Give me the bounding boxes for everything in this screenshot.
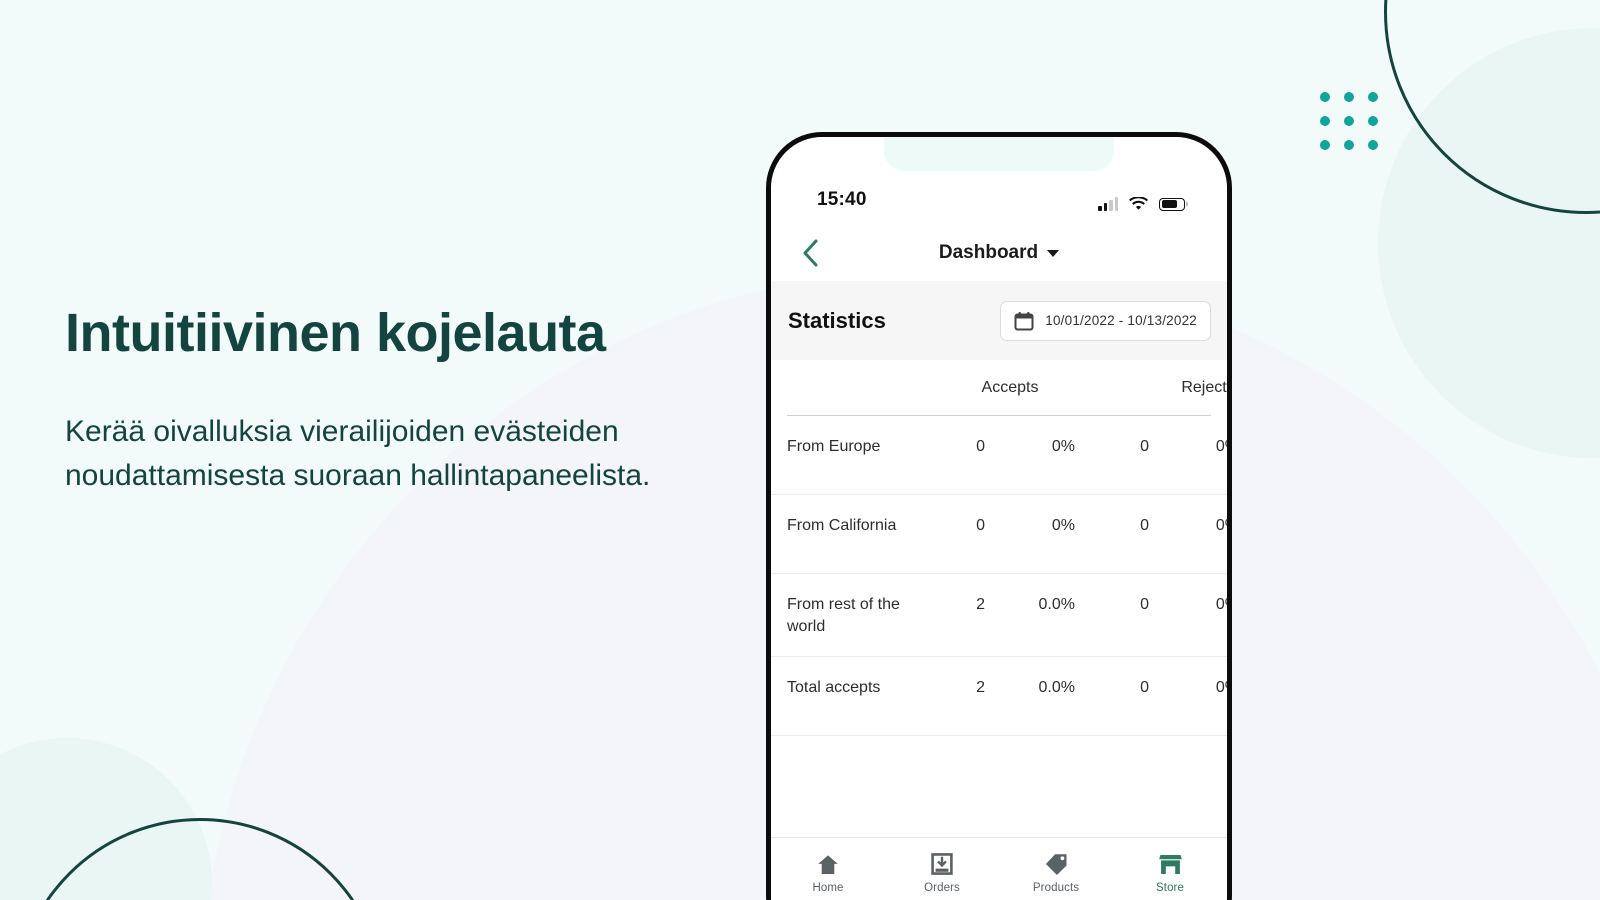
row-rejects-percent: 0% <box>1215 438 1227 455</box>
tab-orders[interactable]: Orders <box>885 853 999 894</box>
row-rejects-count: 0 <box>1140 679 1149 697</box>
row-label: Total accepts <box>787 679 881 697</box>
app-bar-title-group[interactable]: Dashboard <box>771 242 1227 264</box>
app-bar-title: Dashboard <box>938 242 1039 263</box>
tab-label: Products <box>1032 882 1080 894</box>
table-row[interactable]: Total accepts 2 0.0% 0 0% <box>771 657 1227 737</box>
row-label: From rest of the world <box>787 596 900 636</box>
phone-screen: 15:40 Dashboard Statistics 10/01/2022 - … <box>771 137 1227 900</box>
column-header-accepts: Accepts <box>981 378 1039 396</box>
table-body: From Europe 0 0% 0 0% From California 0 … <box>771 416 1227 737</box>
row-accepts-count: 0 <box>976 438 985 455</box>
row-label: From Europe <box>787 438 881 455</box>
row-accepts-count: 0 <box>976 517 985 534</box>
row-label: From California <box>787 517 897 534</box>
column-header-rejects: Rejects <box>1181 378 1227 396</box>
page-subtitle: Kerää oivalluksia vierailijoiden evästei… <box>65 415 651 492</box>
page-title: Intuitiivinen kojelauta <box>65 303 606 363</box>
table-row[interactable]: From rest of the world 2 0.0% 0 0% <box>771 574 1227 658</box>
home-icon <box>818 854 838 874</box>
background-circle-outline-bottom-left <box>14 818 386 900</box>
row-accepts-percent: 0% <box>1051 517 1075 534</box>
tab-label: Orders <box>924 882 960 894</box>
row-rejects-percent: 0% <box>1215 596 1227 613</box>
row-rejects-percent: 0% <box>1215 679 1227 697</box>
calendar-icon <box>1014 311 1034 330</box>
tag-icon <box>1045 854 1066 875</box>
date-range-value: 10/01/2022 - 10/13/2022 <box>1045 313 1197 328</box>
date-range-picker[interactable]: 10/01/2022 - 10/13/2022 <box>1000 300 1211 341</box>
app-bar: Dashboard <box>771 225 1227 281</box>
inbox-download-icon <box>931 853 953 875</box>
table-header-row: Accepts Rejects <box>787 360 1227 416</box>
row-rejects-count: 0 <box>1140 517 1149 534</box>
phone-mockup: 15:40 Dashboard Statistics 10/01/2022 - … <box>766 132 1232 900</box>
battery-icon <box>1159 197 1185 211</box>
status-bar-icons <box>1098 197 1185 211</box>
dot-grid-icon <box>1320 92 1378 150</box>
row-accepts-percent: 0.0% <box>1038 679 1075 697</box>
row-rejects-count: 0 <box>1140 438 1149 455</box>
marketing-copy: Intuitiivinen kojelauta Kerää oivalluksi… <box>65 304 765 497</box>
wifi-icon <box>1129 197 1148 210</box>
chevron-down-icon <box>1047 249 1060 257</box>
tab-products[interactable]: Products <box>999 853 1113 894</box>
row-rejects-count: 0 <box>1140 596 1149 613</box>
row-accepts-count: 2 <box>976 679 985 697</box>
phone-notch <box>884 137 1114 171</box>
tab-label: Store <box>1156 881 1184 894</box>
tab-store[interactable]: Store <box>1113 854 1227 894</box>
background-circle-filled-bottom-left <box>0 738 212 900</box>
row-rejects-percent: 0% <box>1215 517 1227 534</box>
row-accepts-percent: 0.0% <box>1038 596 1075 613</box>
storefront-icon <box>1158 854 1182 874</box>
table-row[interactable]: From California 0 0% 0 0% <box>771 495 1227 574</box>
tab-label: Home <box>812 881 844 894</box>
status-bar-time: 15:40 <box>817 189 867 210</box>
background-circle-filled-top-right <box>1378 28 1600 458</box>
signal-bars-icon <box>1098 197 1118 211</box>
row-accepts-percent: 0% <box>1051 438 1075 455</box>
statistics-header: Statistics 10/01/2022 - 10/13/2022 <box>771 281 1227 360</box>
table-row[interactable]: From Europe 0 0% 0 0% <box>771 416 1227 495</box>
statistics-title: Statistics <box>788 307 886 333</box>
row-accepts-count: 2 <box>976 596 985 613</box>
statistics-table: Accepts Rejects From Europe 0 0% 0 0% Fr… <box>771 360 1227 837</box>
tab-home[interactable]: Home <box>771 854 885 894</box>
background-circle-outline-top-right <box>1384 0 1600 214</box>
bottom-tab-bar: Home Orders Products Store <box>771 837 1227 900</box>
